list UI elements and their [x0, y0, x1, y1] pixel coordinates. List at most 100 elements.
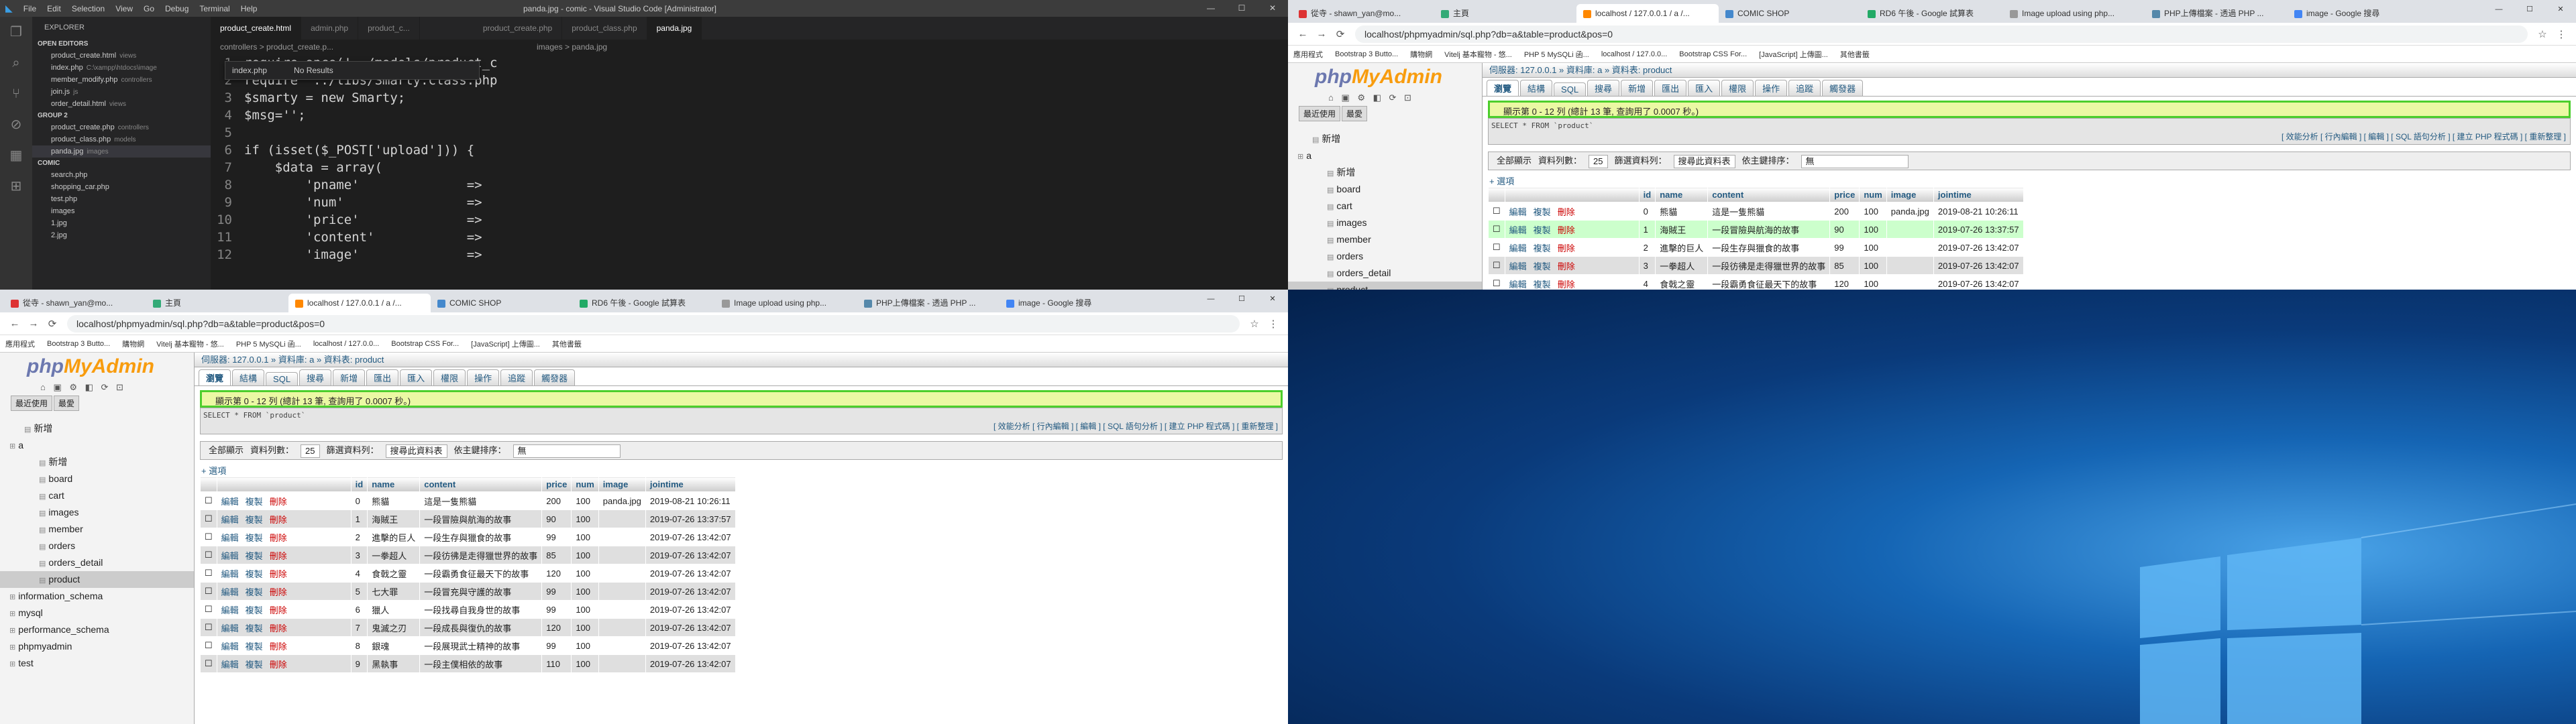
- copy-link[interactable]: 複製: [1534, 280, 1551, 290]
- browser-tab[interactable]: RD6 午後 - Google 試算表: [1861, 4, 2003, 23]
- copy-link[interactable]: 複製: [246, 623, 263, 634]
- edit-link[interactable]: 編輯: [1509, 225, 1527, 235]
- close-icon[interactable]: ✕: [1257, 290, 1288, 308]
- editor-tab[interactable]: product_class.php: [562, 17, 647, 40]
- delete-link[interactable]: 刪除: [270, 642, 287, 652]
- edit-link[interactable]: 編輯: [221, 533, 239, 543]
- column-header[interactable]: image: [1886, 187, 1934, 202]
- row-checkbox[interactable]: ☐: [200, 618, 217, 637]
- column-header[interactable]: price: [541, 477, 572, 492]
- tree-item[interactable]: ▤ 新增: [1288, 131, 1482, 147]
- pma-tab[interactable]: SQL: [1554, 82, 1587, 96]
- menu-icon[interactable]: ⋮: [2552, 28, 2571, 40]
- column-header[interactable]: num: [571, 477, 599, 492]
- browser-tab[interactable]: PHP上傳檔案 - 透過 PHP ...: [857, 294, 1000, 312]
- file-item[interactable]: 2.jpg: [32, 229, 211, 241]
- forward-icon[interactable]: →: [1312, 28, 1331, 40]
- copy-link[interactable]: 複製: [1534, 225, 1551, 235]
- pma-tab[interactable]: 追蹤: [1788, 80, 1821, 96]
- row-checkbox[interactable]: ☐: [200, 636, 217, 655]
- tree-item[interactable]: ⊞ a: [0, 437, 194, 454]
- star-icon[interactable]: ☆: [1245, 318, 1264, 330]
- file-item[interactable]: order_detail.html views: [32, 98, 211, 110]
- tree-item[interactable]: ▤product: [0, 571, 194, 588]
- delete-link[interactable]: 刪除: [270, 605, 287, 615]
- sort-select[interactable]: 無: [513, 444, 621, 458]
- back-icon[interactable]: ←: [1293, 28, 1312, 40]
- tree-item[interactable]: ▤ cart: [0, 487, 194, 504]
- server-breadcrumb[interactable]: 伺服器: 127.0.0.1 » 資料庫: a » 資料表: product: [1483, 63, 2576, 78]
- pma-tab[interactable]: 瀏覽: [199, 369, 231, 385]
- file-item[interactable]: product_class.php models: [32, 133, 211, 145]
- file-item[interactable]: index.php C:\xampp\htdocs\image: [32, 62, 211, 74]
- menu-item[interactable]: Help: [241, 4, 258, 13]
- pma-tab[interactable]: 追蹤: [500, 369, 533, 385]
- edit-link[interactable]: 編輯: [221, 569, 239, 579]
- column-header[interactable]: id: [1638, 187, 1656, 202]
- column-header[interactable]: jointime: [645, 477, 736, 492]
- copy-link[interactable]: 複製: [246, 533, 263, 543]
- edit-link[interactable]: 編輯: [1509, 280, 1527, 290]
- pma-tab[interactable]: 匯出: [366, 369, 399, 385]
- edit-link[interactable]: 編輯: [221, 551, 239, 561]
- column-header[interactable]: name: [1655, 187, 1709, 202]
- browser-tab[interactable]: 從寺 - shawn_yan@mo...: [4, 294, 146, 312]
- file-item[interactable]: member_modify.php controllers: [32, 74, 211, 86]
- show-all-checkbox[interactable]: 全部顯示: [1497, 156, 1532, 166]
- column-header[interactable]: content: [1707, 187, 1831, 202]
- tree-item[interactable]: ⊞ test: [0, 655, 194, 672]
- copy-link[interactable]: 複製: [246, 587, 263, 597]
- row-checkbox[interactable]: ☐: [200, 491, 217, 510]
- pma-tab[interactable]: 搜尋: [299, 369, 332, 385]
- browser-tab[interactable]: PHP上傳檔案 - 透過 PHP ...: [2145, 4, 2288, 23]
- forward-icon[interactable]: →: [24, 318, 43, 329]
- bookmark-item[interactable]: PHP 5 MySQLi 函...: [236, 339, 301, 349]
- delete-link[interactable]: 刪除: [1558, 280, 1575, 290]
- pma-tab[interactable]: 匯出: [1654, 80, 1687, 96]
- pma-tab[interactable]: 權限: [433, 369, 466, 385]
- star-icon[interactable]: ☆: [2533, 28, 2552, 40]
- tree-item[interactable]: ⊞ phpmyadmin: [0, 638, 194, 655]
- pma-tab[interactable]: 瀏覽: [1487, 80, 1519, 96]
- row-checkbox[interactable]: ☐: [1488, 274, 1505, 290]
- editor-tab[interactable]: panda.jpg: [647, 17, 702, 40]
- explorer-icon[interactable]: ❐: [0, 17, 32, 48]
- menu-item[interactable]: File: [23, 4, 36, 13]
- tree-item[interactable]: ⊞ a: [1288, 147, 1482, 164]
- code-editor[interactable]: 1require_once('../models/product_c2requi…: [211, 54, 519, 290]
- copy-link[interactable]: 複製: [246, 660, 263, 670]
- tree-item[interactable]: ⊞ information_schema: [0, 588, 194, 605]
- copy-link[interactable]: 複製: [246, 605, 263, 615]
- column-header[interactable]: id: [350, 477, 368, 492]
- search-widget[interactable]: index.php No Results: [225, 61, 480, 80]
- browser-tab[interactable]: 主頁: [146, 294, 288, 312]
- file-item[interactable]: test.php: [32, 193, 211, 205]
- rows-select[interactable]: 25: [1589, 154, 1608, 168]
- server-breadcrumb[interactable]: 伺服器: 127.0.0.1 » 資料庫: a » 資料表: product: [195, 353, 1288, 367]
- file-item[interactable]: panda.jpg images: [32, 145, 211, 158]
- tree-item[interactable]: ▤ 新增: [1288, 164, 1482, 181]
- tree-item[interactable]: ▤product: [1288, 282, 1482, 290]
- menu-item[interactable]: Go: [144, 4, 154, 13]
- row-checkbox[interactable]: ☐: [1488, 220, 1505, 239]
- copy-link[interactable]: 複製: [246, 551, 263, 561]
- tree-item[interactable]: ▤ orders: [1288, 248, 1482, 265]
- delete-link[interactable]: 刪除: [270, 587, 287, 597]
- tree-item[interactable]: ▤ board: [1288, 181, 1482, 198]
- file-item[interactable]: product_create.php controllers: [32, 121, 211, 133]
- browser-tab[interactable]: 主頁: [1434, 4, 1576, 23]
- edit-link[interactable]: 編輯: [221, 497, 239, 507]
- browser-tab[interactable]: localhost / 127.0.0.1 / a /...: [288, 294, 431, 312]
- pma-tab[interactable]: 結構: [232, 369, 265, 385]
- remote-icon[interactable]: ⊞: [0, 171, 32, 202]
- edit-link[interactable]: 編輯: [221, 515, 239, 525]
- delete-link[interactable]: 刪除: [1558, 261, 1575, 272]
- tree-item[interactable]: ⊞ performance_schema: [0, 621, 194, 638]
- bookmark-item[interactable]: 購物網: [122, 339, 144, 349]
- bookmark-item[interactable]: 其他書籤: [552, 339, 582, 349]
- menu-item[interactable]: Selection: [72, 4, 105, 13]
- tree-item[interactable]: ▤ images: [1288, 215, 1482, 231]
- row-checkbox[interactable]: ☐: [200, 564, 217, 583]
- browser-tab[interactable]: Image upload using php...: [715, 294, 857, 312]
- copy-link[interactable]: 複製: [246, 569, 263, 579]
